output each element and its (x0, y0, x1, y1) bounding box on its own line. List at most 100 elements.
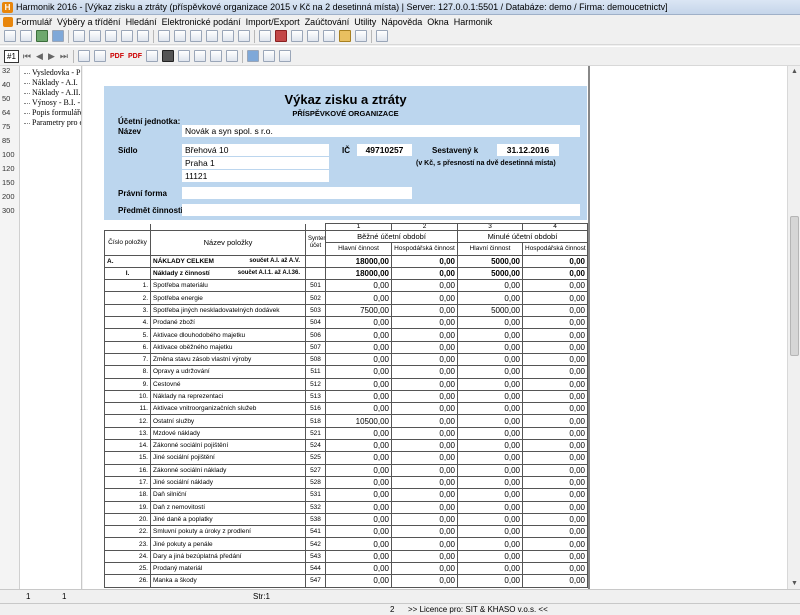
reload-icon[interactable] (262, 50, 275, 62)
help-icon[interactable] (376, 30, 388, 42)
folder-icon[interactable] (339, 30, 351, 42)
table-row: 24. Dary a jiná bezúplatná předání 543 0,00… (104, 549, 588, 564)
menu-napoveda[interactable]: Nápověda (381, 17, 427, 27)
item-name: Jiné sociální náklady (150, 475, 306, 490)
settings-icon[interactable] (291, 30, 303, 42)
page-setup-icon[interactable] (145, 50, 158, 62)
sort-icon[interactable] (174, 30, 186, 42)
zoom-width-icon[interactable] (177, 50, 190, 62)
scroll-thumb[interactable] (790, 216, 799, 356)
amount-cell: 0,00 (457, 500, 523, 514)
two-pages-icon[interactable] (193, 50, 206, 62)
window-icon[interactable] (307, 30, 319, 42)
zoom-level[interactable]: 100 (2, 150, 15, 159)
menu-vybery[interactable]: Výběry a třídění (57, 17, 126, 27)
tree-item[interactable]: Výnosy - B.I. - I (22, 98, 81, 108)
item-number: 6. (104, 340, 151, 354)
menu-okna[interactable]: Okna (427, 17, 454, 27)
tree-item[interactable]: Vysledovka - P (22, 68, 81, 78)
table-row: 13. Mzdové náklady 521 0,00 0,00 0,00 0,00 (104, 426, 588, 441)
chart-icon[interactable] (206, 30, 218, 42)
zoom-level[interactable]: 150 (2, 178, 15, 187)
amount-cell: 0,00 (522, 266, 588, 281)
report-toolbar: #1 ⏮ ◀ ▶ ⏭ PDF PDF (0, 46, 800, 66)
item-name-text: Prodané zboží (153, 319, 195, 327)
item-name-text: Změna stavu zásob vlastní výroby (153, 356, 252, 364)
prev-page-icon[interactable]: ◀ (36, 51, 43, 62)
zoom-level[interactable]: 50 (2, 94, 10, 103)
open-icon[interactable] (20, 30, 32, 42)
exit-icon[interactable] (278, 50, 291, 62)
grid-icon[interactable] (52, 30, 64, 42)
menu-harmonik[interactable]: Harmonik (454, 17, 498, 27)
vertical-scrollbar[interactable]: ▲ ▼ (787, 66, 800, 589)
tree-item[interactable]: Popis formuláře (22, 108, 81, 118)
calc-icon[interactable] (190, 30, 202, 42)
table-icon[interactable] (121, 30, 133, 42)
zoom-level[interactable]: 300 (2, 206, 15, 215)
page-number-button[interactable]: #1 (4, 49, 19, 63)
zoom-level[interactable]: 64 (2, 108, 10, 117)
last-page-icon[interactable]: ⏭ (60, 51, 68, 62)
edit-icon[interactable] (246, 50, 259, 62)
zip-field: 11121 (182, 170, 329, 182)
first-page-icon[interactable]: ⏮ (23, 51, 31, 62)
account-number: 528 (305, 475, 326, 490)
item-name-text: Mzdové náklady (153, 429, 200, 437)
street-field: Břehová 10 (182, 144, 329, 156)
close-icon[interactable] (355, 30, 367, 42)
filter-icon[interactable] (158, 30, 170, 42)
amount-cell: 0,00 (457, 389, 523, 404)
city-field: Praha 1 (182, 157, 329, 169)
stop-icon[interactable] (275, 30, 287, 42)
column-number: 2 (391, 223, 458, 231)
list-icon[interactable] (105, 30, 117, 42)
pdf-button[interactable]: PDF (110, 53, 124, 60)
menu-elektronicke-podani[interactable]: Elektronické podání (162, 17, 246, 27)
print-icon[interactable] (77, 50, 90, 62)
name-field: Novák a syn spol. s r.o. (182, 125, 580, 137)
find-icon[interactable] (209, 50, 222, 62)
tree-item[interactable]: Parametry pro e (22, 118, 81, 128)
zoom-level[interactable]: 40 (2, 80, 10, 89)
scroll-down-icon[interactable]: ▼ (789, 578, 800, 589)
item-number: 12. (104, 414, 151, 428)
report-icon[interactable] (36, 30, 48, 42)
calendar-icon[interactable] (323, 30, 335, 42)
report-table-body: 1 2 3 4 Číslo položky Název položky Synt… (104, 223, 588, 588)
zoom-page-icon[interactable] (161, 50, 174, 62)
copy-icon[interactable] (73, 30, 85, 42)
table-row: 25. Prodaný materiál 544 0,00 0,00 0,00 0,00 (104, 562, 588, 576)
print-preview-icon[interactable] (222, 30, 234, 42)
item-name-text: Spotřeba jiných neskladovatelných dodáve… (153, 306, 280, 314)
zoom-level[interactable]: 32 (2, 66, 10, 75)
item-name: Prodaný materiál (150, 562, 306, 576)
zoom-level[interactable]: 85 (2, 136, 10, 145)
next-page-icon[interactable]: ▶ (48, 51, 55, 62)
header-item-name: Název položky (150, 230, 306, 256)
zoom-level[interactable]: 120 (2, 164, 15, 173)
export-icon[interactable] (238, 30, 250, 42)
menu-hledani[interactable]: Hledání (126, 17, 162, 27)
menu-utility[interactable]: Utility (354, 17, 381, 27)
tree-item[interactable]: Náklady - A.I. (22, 78, 81, 88)
pdf-export-button[interactable]: PDF (128, 53, 142, 60)
menu-logo-icon[interactable] (3, 16, 13, 27)
toolbar-separator (68, 29, 69, 43)
zoom-level[interactable]: 75 (2, 122, 10, 131)
scroll-up-icon[interactable]: ▲ (789, 66, 800, 77)
tree-icon[interactable] (137, 30, 149, 42)
menu-import-export[interactable]: Import/Export (246, 17, 305, 27)
menu-zauctovani[interactable]: Zaúčtování (305, 17, 355, 27)
toolbar-separator (153, 29, 154, 43)
tree-item[interactable]: Náklady - A.II. (22, 88, 81, 98)
new-icon[interactable] (4, 30, 16, 42)
save-icon[interactable] (225, 50, 238, 62)
report-tree: Vysledovka - P Náklady - A.I. Náklady - … (22, 68, 81, 128)
refresh-icon[interactable] (259, 30, 271, 42)
zoom-level[interactable]: 200 (2, 192, 15, 201)
paste-icon[interactable] (89, 30, 101, 42)
item-name-text: Zákonné sociální náklady (153, 466, 227, 474)
menu-formular[interactable]: Formulář (16, 17, 57, 27)
print-setup-icon[interactable] (93, 50, 106, 62)
